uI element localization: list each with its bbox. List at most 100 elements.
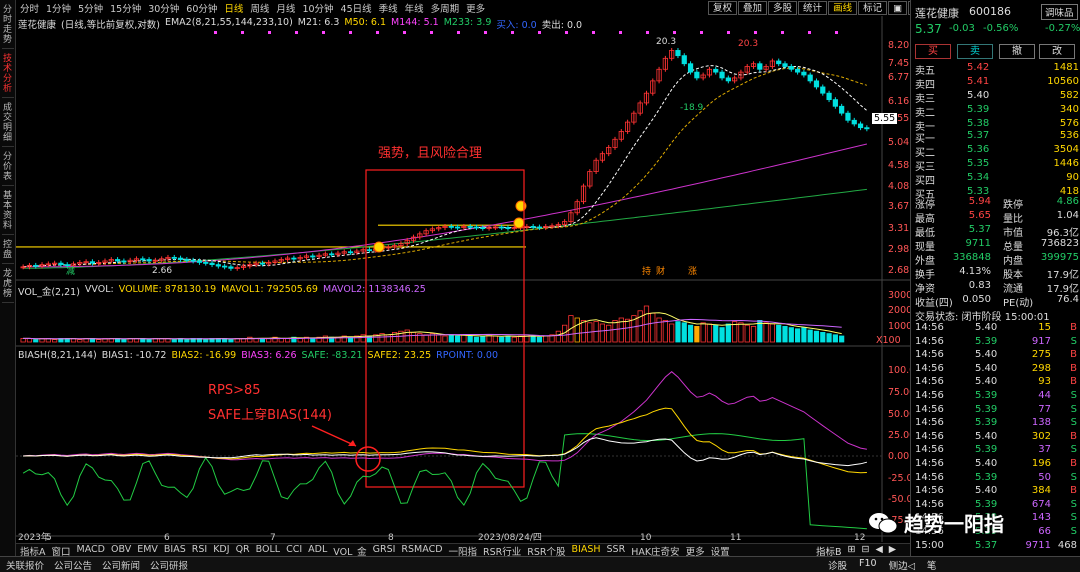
quote-level-volume: 536 [1059, 130, 1079, 141]
indicator-tab[interactable]: RSMACD [401, 544, 442, 556]
indicator-tab[interactable]: KDJ [213, 544, 229, 556]
indicator-tab[interactable]: BIASH [572, 544, 601, 556]
tool-button[interactable]: 统计 [798, 1, 828, 15]
indicator-tab[interactable]: OBV [111, 544, 131, 556]
sell-button[interactable]: 卖 [957, 44, 993, 59]
indicator-tab[interactable]: RSI [192, 544, 207, 556]
candle-body [215, 264, 221, 267]
candle-body [228, 266, 234, 269]
trade-status: 交易状态: 闭市阶段 15:00:01 [915, 312, 1050, 323]
quote-level-price: 5.36 [967, 144, 990, 155]
sidebar-item[interactable]: 分时走势 [1, 2, 14, 49]
quote-level-volume: 576 [1059, 118, 1079, 129]
bid-row[interactable]: 买一 5.37 536 [915, 130, 1079, 145]
candle-body [310, 255, 316, 258]
period-tab[interactable]: 15分钟 [110, 1, 141, 15]
volume-bar [650, 312, 656, 343]
stat-label: 最高 [915, 214, 935, 225]
status-link[interactable]: 公司研报 [150, 558, 188, 572]
tool-button[interactable]: ▣ [888, 1, 908, 15]
period-tab[interactable]: 45日线 [341, 1, 372, 15]
cancel-button[interactable]: 撤 [999, 44, 1035, 59]
tick-volume: 44 [1038, 390, 1051, 401]
indicator-tab[interactable]: 更多 [686, 544, 705, 558]
status-link[interactable]: 公司公告 [54, 558, 92, 572]
period-tab[interactable]: 日线 [224, 1, 243, 15]
tool-button[interactable]: 复权 [708, 1, 738, 15]
indicator-tab[interactable]: ADL [308, 544, 327, 556]
sidebar-item[interactable]: 基本资料 [1, 188, 14, 235]
ask-row[interactable]: 卖三 5.40 582 [915, 90, 1079, 105]
indicator-tab[interactable]: 一阳指 [449, 544, 478, 558]
indicator-tab[interactable]: RSR行业 [483, 544, 521, 558]
indicator-tab[interactable]: RSR个股 [527, 544, 565, 558]
tick-price: 5.39 [975, 335, 998, 347]
tick-row: 14:56 5.40 302 B [915, 431, 1079, 445]
volume-bar [782, 325, 788, 343]
chart-canvas[interactable]: 减持财涨2.6620.3-18.920.32023年5 6 7 8 2023/08/24… [16, 16, 910, 542]
quote-level-volume: 10560 [1047, 76, 1079, 87]
indicator-tab[interactable]: HAK庄奇安 [631, 544, 679, 558]
volume-bar [706, 323, 713, 343]
indicator-tab[interactable]: 设置 [711, 544, 730, 558]
ask-row[interactable]: 卖五 5.42 1481 [915, 62, 1079, 77]
signal-dot [835, 31, 838, 34]
status-link[interactable]: 关联报价 [6, 558, 44, 572]
bid-row[interactable]: 买四 5.34 90 [915, 172, 1079, 187]
sidebar-item[interactable]: 技术分析 [1, 51, 14, 98]
indicator-tab[interactable]: QR [236, 544, 250, 556]
tick-time: 14:56 [915, 458, 944, 469]
candle-body [757, 63, 763, 70]
ask-row[interactable]: 卖二 5.39 340 [915, 104, 1079, 119]
period-tab[interactable]: 5分钟 [78, 1, 103, 15]
indicator-tab[interactable]: CCI [286, 544, 302, 556]
indicator-tab[interactable]: GRSI [373, 544, 396, 556]
ma50-line [23, 67, 868, 268]
period-tab[interactable]: 10分钟 [302, 1, 333, 15]
period-tab[interactable]: 60分钟 [186, 1, 217, 15]
volume-bar [467, 335, 473, 343]
tool-button[interactable]: 画线 [828, 1, 858, 15]
stat-label: 现量 [915, 242, 935, 253]
tool-button[interactable]: 标记 [858, 1, 888, 15]
indicator-tab[interactable]: EMV [137, 544, 158, 556]
status-tool[interactable]: 侧边◁ [889, 558, 915, 572]
indicator-tab[interactable]: VOL_金 [333, 544, 366, 558]
status-tool[interactable]: 笔 [927, 558, 937, 572]
bid-row[interactable]: 买三 5.35 1446 [915, 158, 1079, 173]
bid-row[interactable]: 买二 5.36 3504 [915, 144, 1079, 159]
sidebar-item[interactable]: 龙虎榜 [1, 266, 14, 303]
tool-button[interactable]: 叠加 [738, 1, 768, 15]
period-tab[interactable]: 更多 [466, 1, 485, 15]
sidebar-item[interactable]: 控盘 [1, 237, 14, 264]
period-tab[interactable]: 多周期 [431, 1, 460, 15]
period-tab[interactable]: 分时 [20, 1, 39, 15]
indicator-tab[interactable]: MACD [77, 544, 105, 556]
tick-direction: S [1070, 444, 1077, 456]
status-tool[interactable]: F10 [859, 558, 877, 572]
candle-body [448, 225, 454, 228]
sidebar-item[interactable]: 成交明细 [1, 100, 14, 147]
period-tab[interactable]: 季线 [379, 1, 398, 15]
indicator-tab[interactable]: BOLL [256, 544, 280, 556]
industry-badge[interactable]: 调味品 [1041, 4, 1078, 20]
indicator-tab[interactable]: BIAS [164, 544, 186, 556]
status-link[interactable]: 公司新闻 [102, 558, 140, 572]
period-tab[interactable]: 1分钟 [46, 1, 71, 15]
period-tab[interactable]: 周线 [250, 1, 269, 15]
period-tab[interactable]: 30分钟 [148, 1, 179, 15]
signal-dot [700, 31, 703, 34]
modify-button[interactable]: 改 [1039, 44, 1075, 59]
status-tool[interactable]: 诊股 [828, 558, 847, 572]
stat-value: 9711 [965, 238, 991, 249]
stat-value: 17.9亿 [1046, 284, 1079, 295]
indicator-tab[interactable]: 窗口 [52, 544, 71, 558]
buy-button[interactable]: 买 [915, 44, 951, 59]
period-tab[interactable]: 月线 [276, 1, 295, 15]
indicator-tab[interactable]: 指标A [20, 544, 46, 558]
indicator-tab[interactable]: SSR [607, 544, 626, 556]
tool-button[interactable]: 多股 [768, 1, 798, 15]
ask-row[interactable]: 卖四 5.41 10560 [915, 76, 1079, 91]
period-tab[interactable]: 年线 [405, 1, 424, 15]
sidebar-item[interactable]: 分价表 [1, 149, 14, 186]
